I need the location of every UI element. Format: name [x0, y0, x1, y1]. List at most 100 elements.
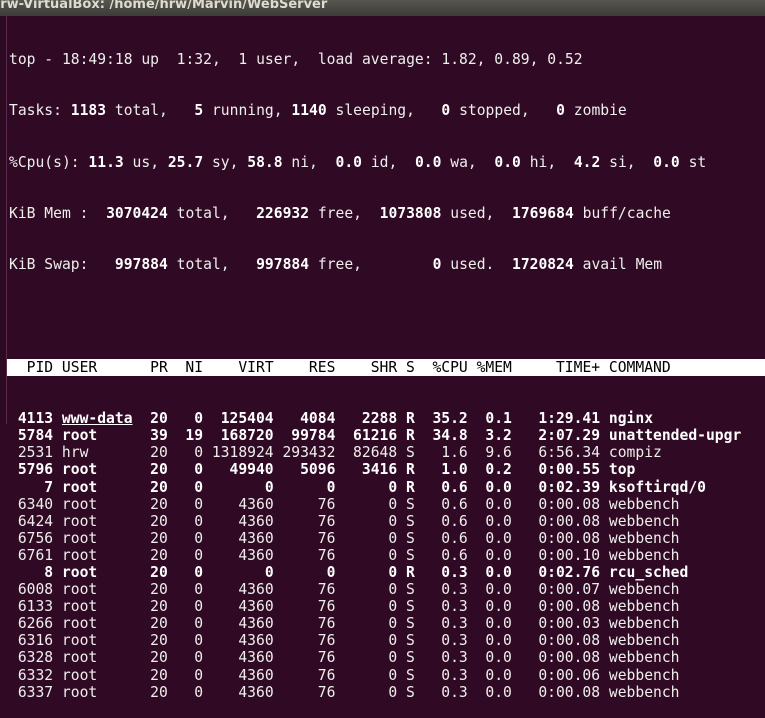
table-row[interactable]: 6761 root 20 0 4360 76 0 S 0.6 0.0 0:00.10 webbe… — [9, 547, 765, 564]
cell-pr: 20 — [150, 529, 168, 547]
cell-res: 5096 — [300, 461, 336, 479]
summary-text: zombie — [564, 102, 627, 120]
cell-cpu: 0.3 — [441, 598, 468, 616]
cell-ni: 0 — [194, 529, 204, 547]
cell-shr: 2288 — [361, 410, 398, 428]
cell-res: 76 — [317, 649, 336, 667]
summary-text: 0.0 — [414, 153, 442, 171]
cell-cpu: 0.6 — [441, 478, 468, 496]
summary-text: ni, — [282, 153, 336, 171]
cell-virt: 4360 — [238, 632, 274, 650]
table-row[interactable]: 6008 root 20 0 4360 76 0 S 0.3 0.0 0:00.07 webbe… — [9, 581, 765, 598]
table-row[interactable]: 6266 root 20 0 4360 76 0 S 0.3 0.0 0:00.03 webbe… — [9, 615, 765, 632]
cell-mem: 3.2 — [485, 427, 512, 445]
cell-cpu: 0.3 — [441, 581, 468, 599]
cell-pr: 20 — [150, 615, 168, 633]
cell-user: root — [61, 598, 98, 616]
table-row[interactable]: 6424 root 20 0 4360 76 0 S 0.6 0.0 0:00.08 webbe… — [9, 513, 765, 530]
cell-s: S — [405, 529, 415, 547]
cell-command: webbench — [608, 495, 680, 513]
summary-text: 5 — [194, 102, 204, 120]
process-table-header[interactable]: PID USER PR NI VIRT RES SHR S %CPU %MEM TIME+ CO… — [7, 358, 765, 376]
cell-virt: 4360 — [238, 615, 274, 633]
cell-res: 76 — [317, 683, 336, 701]
cell-s: R — [405, 461, 415, 479]
cell-pr: 20 — [150, 444, 168, 462]
table-row[interactable]: 4113 www-data 20 0 125404 4084 2288 R 35.2 0.1 1… — [9, 410, 765, 427]
cell-pid: 4113 — [17, 410, 54, 428]
table-row[interactable]: 6316 root 20 0 4360 76 0 S 0.3 0.0 0:00.08 webbe… — [9, 632, 765, 649]
cell-command: webbench — [608, 649, 680, 667]
table-row[interactable]: 6340 root 20 0 4360 76 0 S 0.6 0.0 0:00.08 webbe… — [9, 496, 765, 513]
cell-pid: 6756 — [17, 529, 54, 547]
summary-text: Tasks: — [9, 102, 71, 120]
cell-pr: 20 — [150, 410, 168, 428]
cell-command: unattended-upgr — [608, 427, 742, 445]
cell-user: root — [61, 427, 98, 445]
cell-virt: 4360 — [238, 495, 274, 513]
cell-ni: 0 — [194, 615, 204, 633]
summary-text — [53, 359, 62, 376]
cell-pr: 20 — [150, 632, 168, 650]
summary-text — [600, 359, 609, 376]
tasks-line: Tasks: 1183 total, 5 running, 1140 sleep… — [9, 102, 765, 119]
cell-pid: 2531 — [17, 444, 54, 462]
table-row[interactable]: 6332 root 20 0 4360 76 0 S 0.3 0.0 0:00.06 webbe… — [9, 667, 765, 684]
window-titlebar[interactable]: hrw-VirtualBox: /home/hrw/Marvin/WebServ… — [0, 0, 765, 16]
cell-shr: 61216 — [353, 427, 398, 445]
cell-command: webbench — [608, 581, 680, 599]
terminal-output[interactable]: top - 18:49:18 up 1:32, 1 user, load ave… — [7, 17, 765, 718]
cell-time: 6:56.34 — [538, 444, 601, 462]
table-row[interactable]: 8 root 20 0 0 0 0 R 0.3 0.0 0:02.76 rcu_sched — [9, 564, 765, 581]
cell-s: S — [405, 598, 415, 616]
table-row[interactable]: 7 root 20 0 0 0 0 R 0.6 0.0 0:02.39 ksoftirqd/0 — [9, 479, 765, 496]
cell-mem: 0.0 — [485, 546, 512, 564]
cell-cpu: 0.3 — [441, 649, 468, 667]
cell-cpu: 34.8 — [432, 427, 468, 445]
cell-user: root — [61, 478, 98, 496]
cell-cpu: 0.3 — [441, 615, 468, 633]
cell-ni: 0 — [194, 546, 204, 564]
table-row[interactable]: 5784 root 39 19 168720 99784 61216 R 34.8 3.2 2:… — [9, 427, 765, 444]
cell-res: 76 — [317, 632, 336, 650]
table-row[interactable]: 6328 root 20 0 4360 76 0 S 0.3 0.0 0:00.08 webbe… — [9, 649, 765, 666]
cell-s: R — [405, 410, 415, 428]
uptime-text: top - 18:49:18 up 1:32, 1 user, load ave… — [9, 51, 583, 69]
summary-text: us, — [123, 153, 168, 171]
cell-pr: 20 — [150, 564, 168, 581]
table-row[interactable]: 5796 root 20 0 49940 5096 3416 R 1.0 0.2 0:00.55… — [9, 461, 765, 478]
cell-pr: 20 — [150, 683, 168, 701]
col-res: RES — [308, 358, 336, 376]
cell-pid: 6328 — [17, 649, 54, 667]
summary-text: 1720824 — [512, 256, 574, 274]
col-pid: PID — [26, 358, 54, 376]
cell-cpu: 1.6 — [441, 444, 468, 462]
cell-s: S — [405, 649, 415, 667]
cell-shr: 0 — [388, 564, 398, 581]
cell-cpu: 0.6 — [441, 546, 468, 564]
cell-command: rcu_sched — [608, 564, 689, 581]
table-row[interactable]: 6133 root 20 0 4360 76 0 S 0.3 0.0 0:00.08 webbe… — [9, 598, 765, 615]
table-row[interactable]: 6337 root 20 0 4360 76 0 S 0.3 0.0 0:00.08 webbe… — [9, 684, 765, 701]
table-row[interactable]: 2531 hrw 20 0 1318924 293432 82648 S 1.6 9.6 6:5… — [9, 444, 765, 461]
col-mem: %MEM — [476, 358, 512, 376]
process-list: 4113 www-data 20 0 125404 4084 2288 R 35.2 0.1 1… — [9, 410, 765, 701]
cell-user: root — [61, 581, 98, 599]
cell-time: 0:00.07 — [538, 581, 601, 599]
summary-text: 58.8 — [247, 153, 283, 171]
cell-virt: 4360 — [238, 581, 274, 599]
table-row[interactable]: 6756 root 20 0 4360 76 0 S 0.6 0.0 0:00.08 webbe… — [9, 530, 765, 547]
